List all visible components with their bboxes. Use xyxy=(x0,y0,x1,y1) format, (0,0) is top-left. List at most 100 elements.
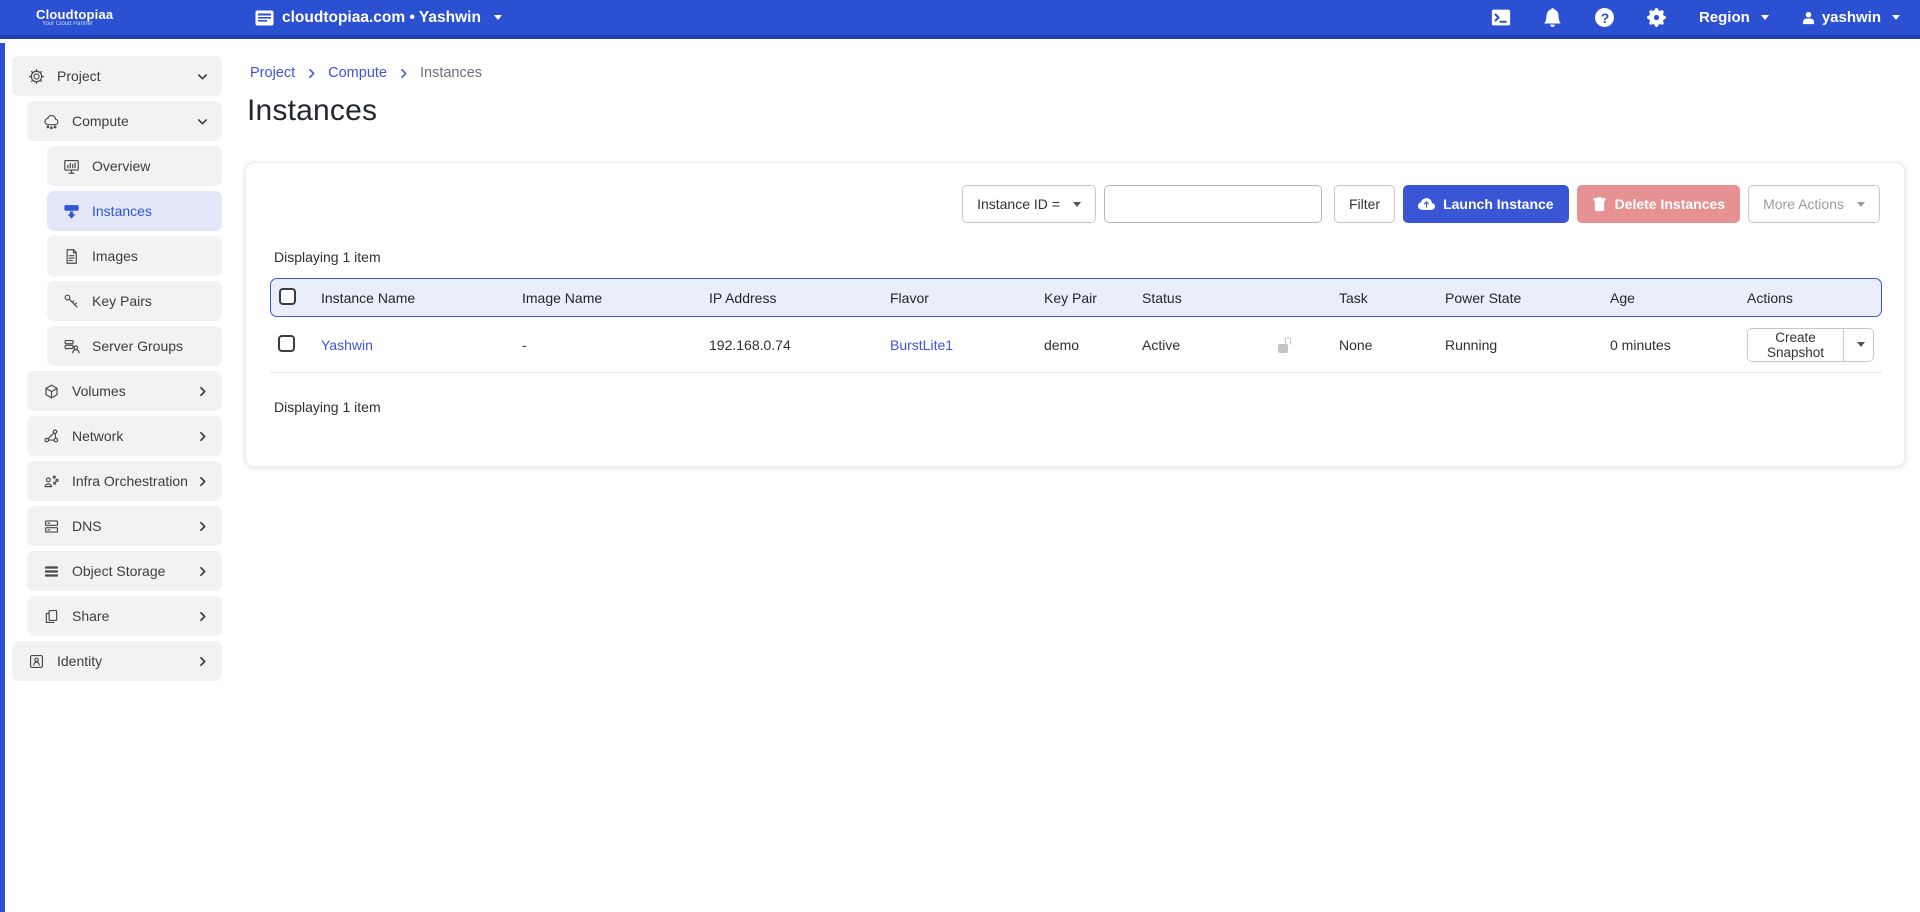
sidebar-item-object-storage[interactable]: Object Storage xyxy=(27,551,222,591)
sidebar-item-key-pairs[interactable]: Key Pairs xyxy=(47,281,222,321)
launch-instance-button[interactable]: Launch Instance xyxy=(1403,185,1568,223)
chevron-right-icon xyxy=(195,519,210,534)
help-icon[interactable]: ? xyxy=(1595,8,1615,28)
image-name-cell: - xyxy=(514,317,701,373)
sidebar-item-label: Instances xyxy=(92,203,152,219)
server-deploy-icon xyxy=(61,201,81,221)
sidebar-item-label: DNS xyxy=(72,518,102,534)
sidebar-item-label: Key Pairs xyxy=(92,293,152,309)
console-icon[interactable] xyxy=(1491,8,1511,28)
page-title: Instances xyxy=(247,94,1905,128)
power-state-cell: Running xyxy=(1437,317,1602,373)
sidebar-item-volumes[interactable]: Volumes xyxy=(27,371,222,411)
gear-icon[interactable] xyxy=(1647,8,1667,28)
chevron-right-icon xyxy=(195,474,210,489)
user-icon xyxy=(1801,10,1816,25)
sidebar-item-infra-orchestration[interactable]: Infra Orchestration xyxy=(27,461,222,501)
filter-input[interactable] xyxy=(1104,185,1322,223)
row-checkbox[interactable] xyxy=(278,335,295,352)
key-icon xyxy=(61,291,81,311)
user-menu[interactable]: yashwin xyxy=(1801,9,1900,26)
sidebar-item-instances[interactable]: Instances xyxy=(47,191,222,231)
sidebar-item-project[interactable]: Project xyxy=(12,56,222,96)
context-label: cloudtopiaa.com • Yashwin xyxy=(282,9,481,27)
select-all-checkbox[interactable] xyxy=(279,288,296,305)
chevron-right-icon xyxy=(195,564,210,579)
task-cell: None xyxy=(1331,317,1437,373)
help-glyph: ? xyxy=(1595,8,1614,27)
column-flavor: Flavor xyxy=(882,278,1036,317)
chevron-down-icon xyxy=(494,15,502,20)
sidebar-item-dns[interactable]: DNS xyxy=(27,506,222,546)
column-age: Age xyxy=(1602,278,1739,317)
cloud-icon xyxy=(41,111,61,131)
chevron-right-icon xyxy=(305,67,318,80)
chevron-down-icon xyxy=(1892,15,1900,20)
ip-address-cell: 192.168.0.74 xyxy=(701,317,882,373)
more-actions-button[interactable]: More Actions xyxy=(1748,185,1880,223)
filter-field-label: Instance ID = xyxy=(977,196,1060,212)
sidebar: Project Compute Overview Instances Image… xyxy=(0,43,233,912)
column-task: Task xyxy=(1331,278,1437,317)
breadcrumb: Project Compute Instances xyxy=(245,43,1905,81)
column-instance-name: Instance Name xyxy=(313,278,514,317)
id-card-icon xyxy=(26,651,46,671)
delete-instances-button[interactable]: Delete Instances xyxy=(1577,185,1741,223)
chevron-down-icon xyxy=(1073,202,1081,207)
user-label: yashwin xyxy=(1822,9,1881,26)
delete-instances-label: Delete Instances xyxy=(1615,196,1726,212)
main-content: Project Compute Instances Instances Inst… xyxy=(233,43,1920,912)
key-pair-cell: demo xyxy=(1036,317,1134,373)
sidebar-item-label: Volumes xyxy=(72,383,126,399)
sidebar-item-compute[interactable]: Compute xyxy=(27,101,222,141)
filter-field-dropdown[interactable]: Instance ID = xyxy=(962,185,1096,223)
network-icon xyxy=(41,426,61,446)
age-cell: 0 minutes xyxy=(1602,317,1739,373)
table-header-row: Instance Name Image Name IP Address Flav… xyxy=(270,278,1882,317)
sidebar-item-label: Infra Orchestration xyxy=(72,473,188,489)
unlock-icon xyxy=(1277,337,1323,353)
column-lock xyxy=(1269,278,1331,317)
dns-icon xyxy=(41,516,61,536)
column-image-name: Image Name xyxy=(514,278,701,317)
column-status: Status xyxy=(1134,278,1269,317)
chevron-right-icon xyxy=(195,384,210,399)
cloud-upload-icon xyxy=(1418,196,1435,213)
region-menu[interactable]: Region xyxy=(1699,9,1769,26)
create-snapshot-button[interactable]: Create Snapshot xyxy=(1747,328,1844,362)
instance-name-link[interactable]: Yashwin xyxy=(321,337,373,353)
sidebar-item-label: Identity xyxy=(57,653,102,669)
sidebar-item-label: Network xyxy=(72,428,123,444)
sidebar-item-label: Overview xyxy=(92,158,150,174)
region-label: Region xyxy=(1699,9,1750,26)
brand-logo[interactable]: Cloudtopiaa Your Cloud Partner xyxy=(0,8,233,28)
sidebar-item-images[interactable]: Images xyxy=(47,236,222,276)
column-power-state: Power State xyxy=(1437,278,1602,317)
flavor-link[interactable]: BurstLite1 xyxy=(890,337,953,353)
brand-title: Cloudtopiaa xyxy=(36,8,113,22)
sidebar-item-identity[interactable]: Identity xyxy=(12,641,222,681)
row-actions: Create Snapshot xyxy=(1747,328,1874,362)
launch-instance-label: Launch Instance xyxy=(1443,196,1553,212)
brand-tagline: Your Cloud Partner xyxy=(42,21,93,27)
row-actions-dropdown[interactable] xyxy=(1844,328,1874,362)
breadcrumb-project[interactable]: Project xyxy=(250,65,295,81)
filter-button[interactable]: Filter xyxy=(1334,185,1395,223)
table-row: Yashwin - 192.168.0.74 BurstLite1 demo A… xyxy=(270,317,1882,373)
monitor-icon xyxy=(61,156,81,176)
domain-project-switcher[interactable]: cloudtopiaa.com • Yashwin xyxy=(255,9,502,27)
breadcrumb-compute[interactable]: Compute xyxy=(328,65,387,81)
sidebar-item-share[interactable]: Share xyxy=(27,596,222,636)
more-actions-label: More Actions xyxy=(1763,196,1844,212)
topbar: Cloudtopiaa Your Cloud Partner cloudtopi… xyxy=(0,0,1920,39)
table-toolbar: Instance ID = Filter Launch Instance Del… xyxy=(270,185,1880,223)
sidebar-item-label: Object Storage xyxy=(72,563,165,579)
breadcrumb-instances: Instances xyxy=(420,65,482,81)
sidebar-item-overview[interactable]: Overview xyxy=(47,146,222,186)
bell-icon[interactable] xyxy=(1543,8,1563,28)
sidebar-item-network[interactable]: Network xyxy=(27,416,222,456)
sidebar-item-server-groups[interactable]: Server Groups xyxy=(47,326,222,366)
column-actions: Actions xyxy=(1739,278,1882,317)
column-key-pair: Key Pair xyxy=(1036,278,1134,317)
sidebar-item-label: Images xyxy=(92,248,138,264)
